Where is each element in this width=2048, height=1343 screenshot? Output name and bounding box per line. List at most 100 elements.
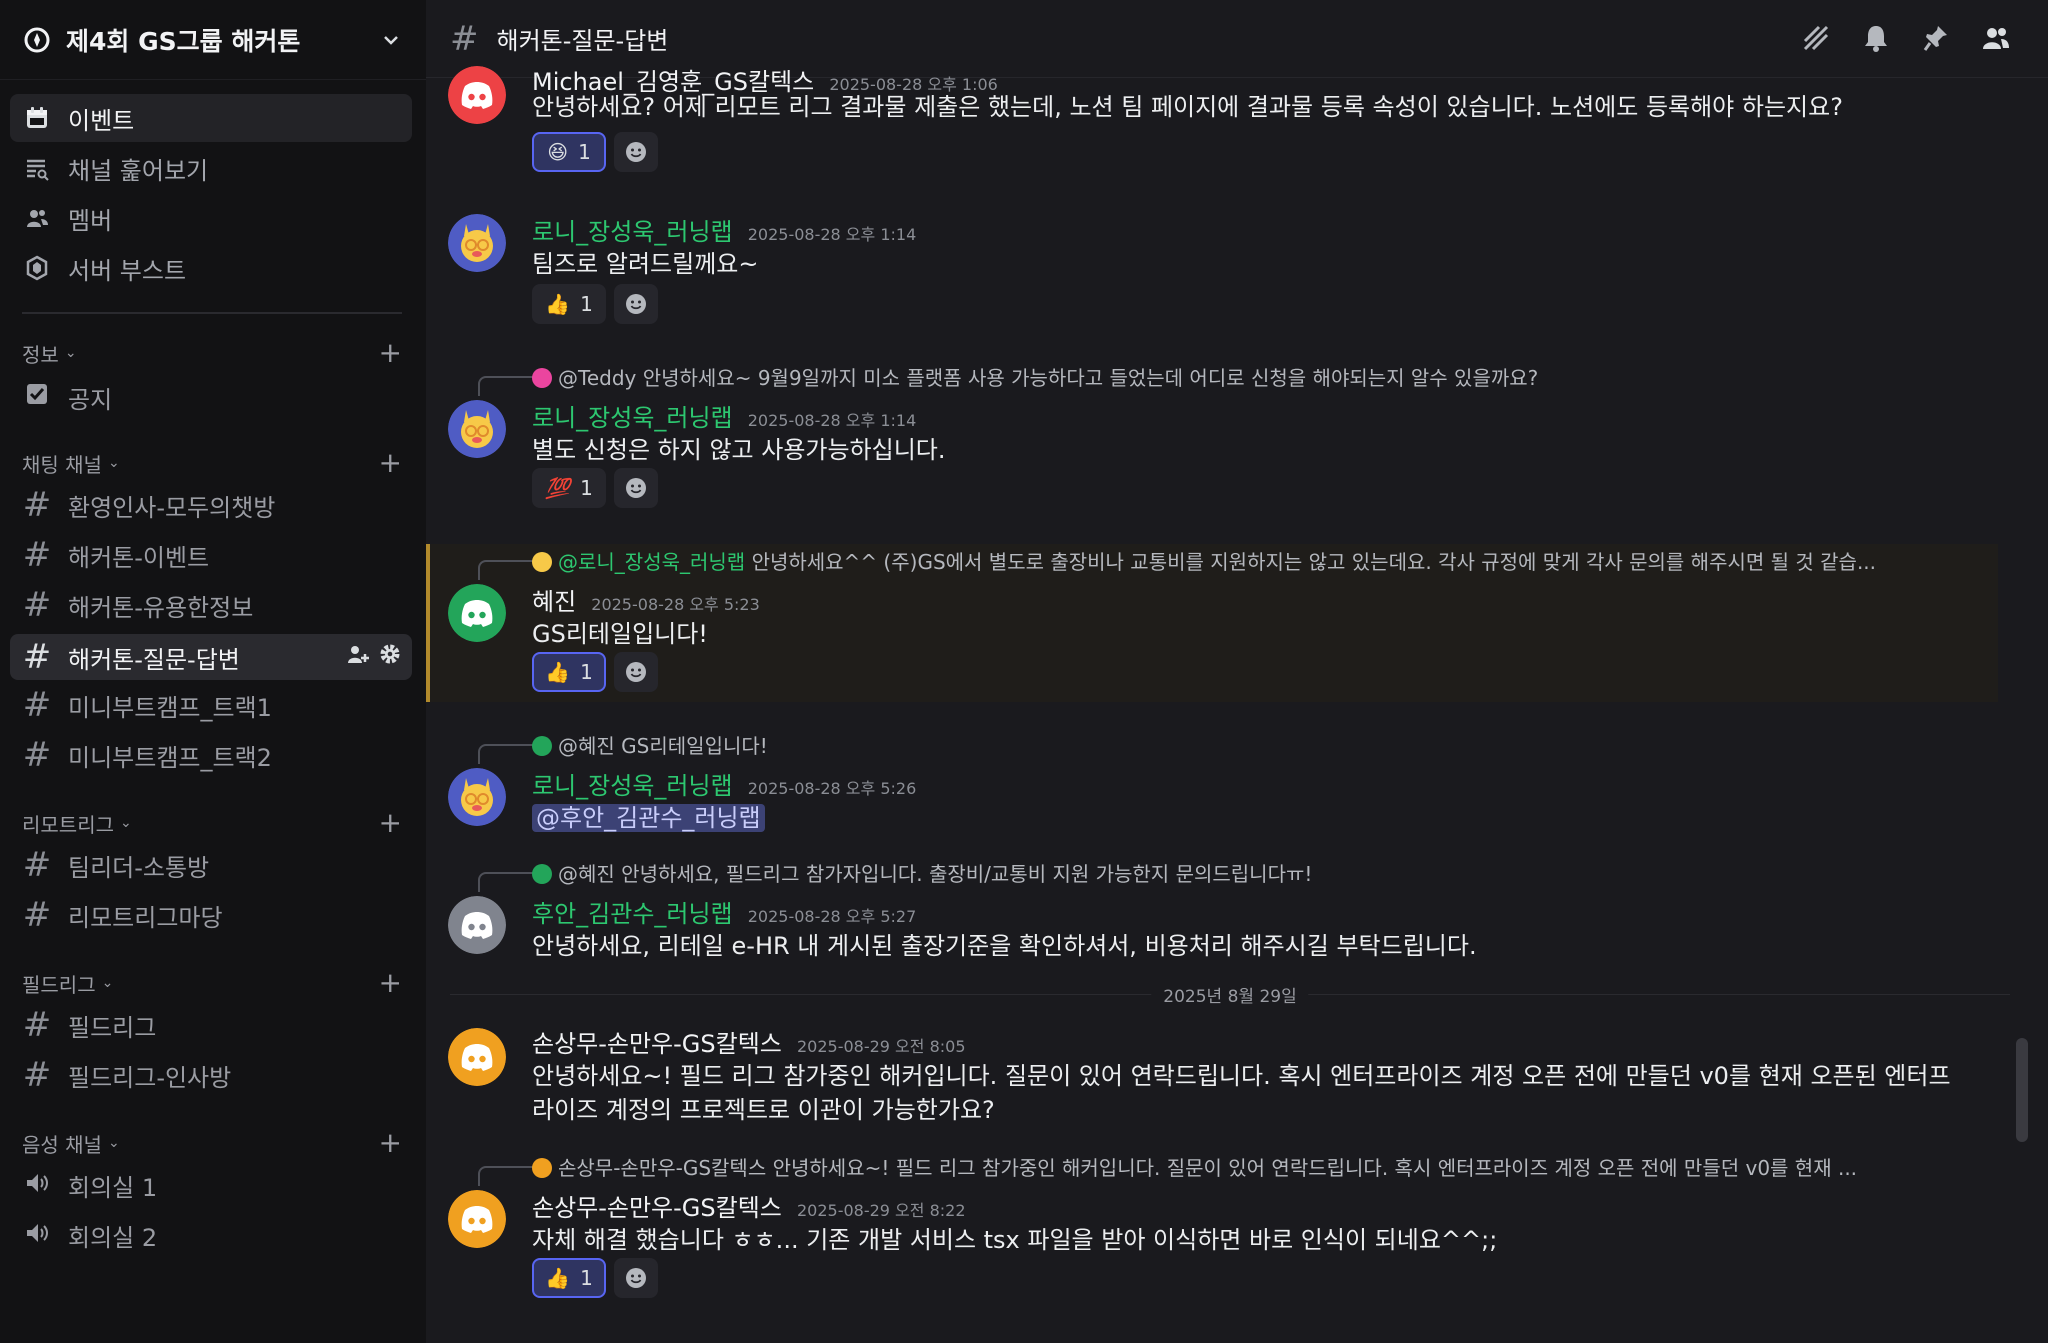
reply-connector [478, 872, 534, 892]
reply-text: 안녕하세요^^ (주)GS에서 별도로 출장비나 교통비를 지원하지는 않고 있… [751, 550, 1877, 574]
category-info[interactable]: 정보 ⌄ + [22, 338, 402, 368]
chevron-down-icon[interactable] [378, 27, 404, 53]
channel-bootcamp-1[interactable]: # 미니부트캠프_트랙1 [10, 682, 412, 728]
member-list-icon[interactable] [1980, 20, 2012, 56]
chevron-down-icon: ⌄ [101, 975, 114, 991]
add-reaction-icon[interactable] [614, 284, 658, 324]
reaction-button[interactable]: 😆 1 [532, 132, 606, 172]
server-header[interactable]: 제4회 GS그룹 해커톤 [0, 0, 426, 80]
avatar[interactable] [448, 66, 506, 124]
nav-events[interactable]: 이벤트 [10, 94, 412, 142]
channel-field-league[interactable]: # 필드리그 [10, 1002, 412, 1048]
chat-main: # 해커톤-질문-답변 Michael_김영훈_GS칼텍스 2025-08-28… [426, 0, 2048, 1343]
bell-icon[interactable] [1860, 20, 1892, 56]
reply-preview[interactable]: @혜진 안녕하세요, 필드리그 참가자입니다. 출장비/교통비 지원 가능한지 … [532, 858, 1962, 887]
message-author[interactable]: 로니_장성욱_러닝랩 [532, 404, 733, 432]
scrollbar-thumb[interactable] [2016, 1038, 2028, 1142]
add-channel-icon[interactable]: + [379, 449, 402, 477]
message-author[interactable]: 손상무-손만우-GS칼텍스 [532, 1030, 782, 1058]
avatar[interactable] [448, 214, 506, 272]
date-separator: 2025년 8월 29일 [450, 982, 2010, 1007]
message-author[interactable]: 혜진 [532, 588, 576, 616]
reply-preview[interactable]: @혜진 GS리테일입니다! [532, 730, 1962, 759]
avatar[interactable] [448, 896, 506, 954]
message-text: 팀즈로 알려드릴께요~ [532, 250, 759, 278]
channel-hackathon-events[interactable]: # 해커톤-이벤트 [10, 532, 412, 578]
avatar[interactable] [448, 1028, 506, 1086]
channel-notice[interactable]: 공지 [10, 374, 412, 420]
gear-icon[interactable] [378, 642, 402, 672]
channel-title: 해커톤-질문-답변 [496, 27, 669, 55]
hash-icon: # [450, 18, 479, 59]
channel-welcome[interactable]: # 환영인사-모두의챗방 [10, 482, 412, 528]
message-timestamp: 2025-08-28 오후 5:27 [747, 907, 917, 926]
user-mention[interactable]: @후안_김관수_러닝랩 [532, 804, 765, 832]
reaction-count: 1 [580, 1266, 593, 1290]
reply-text: GS리테일입니다! [621, 734, 768, 758]
avatar[interactable] [448, 768, 506, 826]
threads-icon[interactable] [1800, 20, 1832, 56]
channel-useful-info[interactable]: # 해커톤-유용한정보 [10, 582, 412, 628]
add-channel-icon[interactable]: + [379, 969, 402, 997]
add-channel-icon[interactable]: + [379, 1129, 402, 1157]
category-label: 음성 채널 [22, 1132, 102, 1157]
reply-text: 안녕하세요, 필드리그 참가자입니다. 출장비/교통비 지원 가능한지 문의드립… [621, 862, 1313, 886]
hash-icon: # [22, 1055, 52, 1095]
message-timestamp: 2025-08-28 오후 1:14 [747, 411, 917, 430]
channel-team-leader[interactable]: # 팀리더-소통방 [10, 842, 412, 888]
category-chat[interactable]: 채팅 채널 ⌄ + [22, 448, 402, 478]
reaction-button[interactable]: 👍 1 [532, 1258, 606, 1298]
reply-preview[interactable]: @로니_장성욱_러닝랩 안녕하세요^^ (주)GS에서 별도로 출장비나 교통비… [532, 546, 1962, 575]
reply-connector [478, 744, 534, 764]
add-reaction-icon[interactable] [614, 1258, 658, 1298]
channel-field-greetings[interactable]: # 필드리그-인사방 [10, 1052, 412, 1098]
nav-server-boost[interactable]: 서버 부스트 [10, 244, 412, 292]
message-author[interactable]: 후안_김관수_러닝랩 [532, 900, 733, 928]
voice-channel-2[interactable]: 회의실 2 [10, 1212, 412, 1258]
add-reaction-icon[interactable] [614, 468, 658, 508]
reply-connector [478, 1166, 534, 1186]
reaction-button[interactable]: 👍 1 [532, 284, 606, 324]
channel-remote-yard[interactable]: # 리모트리그마당 [10, 892, 412, 938]
reply-connector [478, 376, 534, 396]
browse-channels-icon [22, 153, 52, 183]
message-author[interactable]: 로니_장성욱_러닝랩 [532, 218, 733, 246]
reply-author: @Teddy [558, 366, 637, 390]
category-label: 필드리그 [22, 972, 96, 997]
channel-qna[interactable]: # 해커톤-질문-답변 [10, 634, 412, 680]
pin-icon[interactable] [1920, 20, 1952, 56]
reply-author: 손상무-손만우-GS칼텍스 [558, 1156, 767, 1180]
nav-label: 이벤트 [68, 106, 135, 135]
reaction-button[interactable]: 👍 1 [532, 652, 606, 692]
channel-bootcamp-2[interactable]: # 미니부트캠프_트랙2 [10, 732, 412, 778]
channel-label: 해커톤-질문-답변 [68, 645, 240, 674]
avatar[interactable] [448, 1190, 506, 1248]
add-channel-icon[interactable]: + [379, 339, 402, 367]
avatar[interactable] [448, 400, 506, 458]
category-voice[interactable]: 음성 채널 ⌄ + [22, 1128, 402, 1158]
invite-member-icon[interactable] [346, 642, 370, 672]
nav-members[interactable]: 멤버 [10, 194, 412, 242]
message-timestamp: 2025-08-28 오후 5:23 [591, 595, 760, 614]
add-reaction-icon[interactable] [614, 652, 658, 692]
message-author[interactable]: 로니_장성욱_러닝랩 [532, 772, 733, 800]
reply-avatar [532, 552, 552, 572]
add-channel-icon[interactable]: + [379, 809, 402, 837]
add-reaction-icon[interactable] [614, 132, 658, 172]
reply-preview[interactable]: 손상무-손만우-GS칼텍스 안녕하세요~! 필드 리그 참가중인 해커입니다. … [532, 1152, 1962, 1181]
reply-preview[interactable]: @Teddy 안녕하세요~ 9월9일까지 미소 플랫폼 사용 가능하다고 들었는… [532, 362, 1962, 391]
message-text: 별도 신청은 하지 않고 사용가능하십니다. [532, 436, 946, 464]
message-text: 안녕하세요~! 필드 리그 참가중인 해커입니다. 질문이 있어 연락드립니다.… [532, 1062, 1951, 1124]
reply-author: @혜진 [558, 734, 615, 758]
category-field[interactable]: 필드리그 ⌄ + [22, 968, 402, 998]
chevron-down-icon: ⌄ [107, 455, 120, 471]
reaction-bar: 👍 1 [532, 1258, 658, 1298]
reaction-bar: 😆 1 [532, 132, 658, 172]
category-remote[interactable]: 리모트리그 ⌄ + [22, 808, 402, 838]
voice-channel-1[interactable]: 회의실 1 [10, 1162, 412, 1208]
reply-text: 안녕하세요~ 9월9일까지 미소 플랫폼 사용 가능하다고 들었는데 어디로 신… [642, 366, 1539, 390]
reaction-button[interactable]: 💯 1 [532, 468, 606, 508]
message-author[interactable]: 손상무-손만우-GS칼텍스 [532, 1194, 782, 1222]
nav-browse-channels[interactable]: 채널 훑어보기 [10, 144, 412, 192]
avatar[interactable] [448, 584, 506, 642]
